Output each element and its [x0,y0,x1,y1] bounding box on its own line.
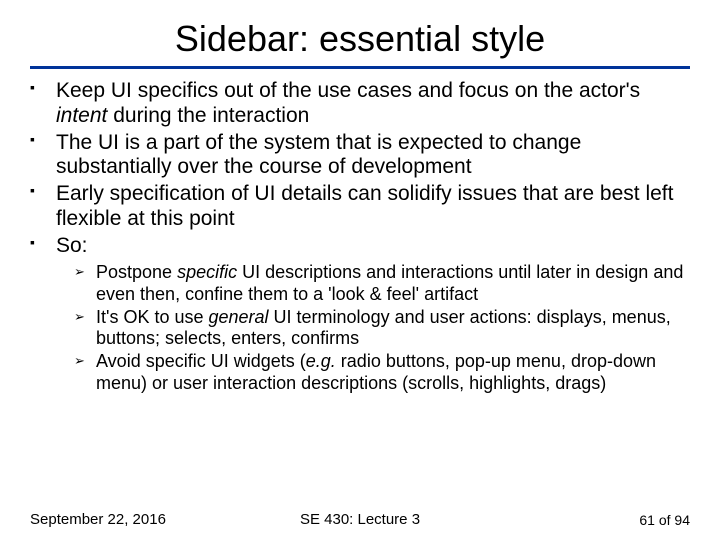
slide-footer: September 22, 2016 SE 430: Lecture 3 61 … [0,511,720,528]
bullet-list: Keep UI specifics out of the use cases a… [30,79,690,258]
bullet-text: Keep UI specifics out of the use cases a… [56,79,640,102]
slide: Sidebar: essential style Keep UI specifi… [0,0,720,540]
bullet-text: during the interaction [107,104,309,127]
slide-body: Keep UI specifics out of the use cases a… [30,79,690,394]
sub-bullet-item: It's OK to use general UI terminology an… [74,307,690,349]
sub-bullet-item: Avoid specific UI widgets (e.g. radio bu… [74,351,690,393]
bullet-text: Early specification of UI details can so… [56,182,673,230]
sub-bullet-text-italic: e.g. [306,351,336,371]
footer-course: SE 430: Lecture 3 [300,511,420,528]
bullet-item: Keep UI specifics out of the use cases a… [30,79,690,129]
bullet-text-italic: intent [56,104,107,127]
bullet-text: The UI is a part of the system that is e… [56,131,581,179]
sub-bullet-text-italic: general [208,307,268,327]
footer-page: 61 of 94 [639,512,690,528]
title-underline [30,66,690,69]
sub-bullet-text: Avoid specific UI widgets ( [96,351,306,371]
bullet-item: Early specification of UI details can so… [30,182,690,232]
footer-date: September 22, 2016 [30,511,166,528]
bullet-item: The UI is a part of the system that is e… [30,131,690,181]
sub-bullet-text: It's OK to use [96,307,208,327]
sub-bullet-text: Postpone [96,262,177,282]
sub-bullet-text-italic: specific [177,262,237,282]
bullet-item: So: [30,234,690,259]
bullet-text: So: [56,234,88,257]
sub-bullet-list: Postpone specific UI descriptions and in… [30,262,690,393]
slide-title: Sidebar: essential style [30,18,690,60]
sub-bullet-item: Postpone specific UI descriptions and in… [74,262,690,304]
